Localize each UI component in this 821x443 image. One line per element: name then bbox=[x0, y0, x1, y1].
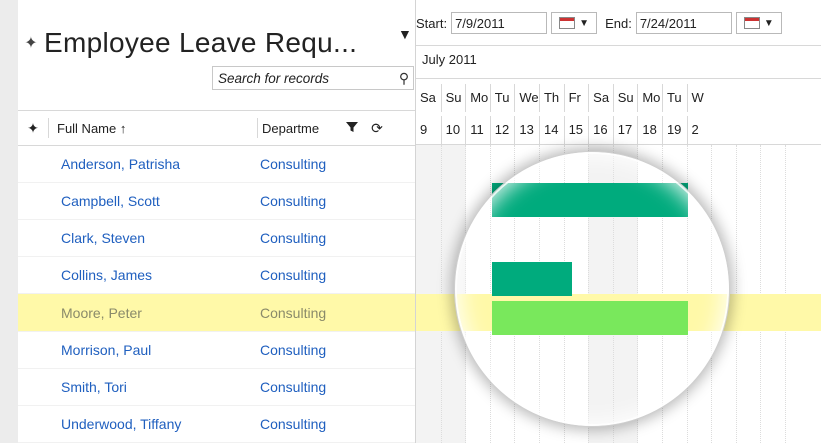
end-date-field[interactable]: 7/24/2011 bbox=[635, 12, 732, 34]
employee-name-link[interactable]: Clark, Steven bbox=[61, 230, 145, 246]
employee-name-link[interactable]: Morrison, Paul bbox=[61, 342, 151, 358]
day-number: 15 bbox=[563, 116, 589, 144]
leave-bar-selected[interactable] bbox=[492, 301, 688, 335]
grid-header: ✦ Full Name ↑ Departme ⟳ bbox=[18, 110, 415, 146]
department-link[interactable]: Consulting bbox=[260, 416, 326, 432]
day-number: 16 bbox=[588, 116, 613, 144]
day-of-week: Sa bbox=[420, 90, 436, 105]
chevron-down-icon: ▼ bbox=[763, 17, 774, 29]
day-of-week: Su bbox=[612, 84, 638, 112]
table-row[interactable]: Underwood, Tiffany Consulting bbox=[18, 405, 415, 443]
column-header-full-name[interactable]: Full Name ↑ bbox=[49, 121, 257, 136]
month-label: July 2011 bbox=[422, 52, 477, 67]
end-label: End: bbox=[605, 15, 632, 31]
day-number: 13 bbox=[514, 116, 539, 144]
filter-icon[interactable] bbox=[342, 120, 362, 137]
chevron-down-icon[interactable]: ▼ bbox=[398, 26, 412, 42]
page-title: Employee Leave Requ... bbox=[44, 27, 358, 58]
department-link[interactable]: Consulting bbox=[260, 342, 326, 358]
department-link[interactable]: Consulting bbox=[260, 267, 326, 283]
table-row-selected[interactable]: Moore, Peter Consulting bbox=[18, 294, 415, 332]
leave-bar[interactable] bbox=[492, 262, 572, 296]
day-of-week: Tu bbox=[661, 84, 687, 112]
table-row[interactable]: Collins, James Consulting bbox=[18, 256, 415, 294]
day-number-row: 9 10 11 12 13 14 15 16 17 18 19 2 bbox=[416, 116, 821, 144]
employee-name-link[interactable]: Smith, Tori bbox=[61, 379, 127, 395]
day-number: 14 bbox=[538, 116, 564, 144]
day-number: 17 bbox=[612, 116, 638, 144]
day-of-week-row: Sa Su Mo Tu We Th Fr Sa Su Mo Tu W bbox=[416, 84, 821, 112]
table-row[interactable]: Anderson, Patrisha Consulting bbox=[18, 145, 415, 183]
column-header-department[interactable]: Departme bbox=[258, 121, 342, 136]
refresh-icon[interactable]: ⟳ bbox=[362, 120, 392, 137]
divider bbox=[416, 45, 821, 46]
employee-name-link[interactable]: Campbell, Scott bbox=[61, 193, 160, 209]
leave-bar[interactable] bbox=[492, 183, 688, 217]
day-number: 19 bbox=[661, 116, 687, 144]
end-calendar-button[interactable]: ▼ bbox=[735, 12, 782, 34]
date-range-bar: Start: 7/9/2011 ▼ End: 7/24/2011 ▼ bbox=[416, 12, 782, 34]
start-date-field[interactable]: 7/9/2011 bbox=[451, 12, 548, 34]
day-of-week: Su bbox=[440, 84, 466, 112]
table-row[interactable]: Campbell, Scott Consulting bbox=[18, 182, 415, 220]
employee-name-link[interactable]: Underwood, Tiffany bbox=[61, 416, 181, 432]
day-of-week: Tu bbox=[489, 84, 515, 112]
day-number: 18 bbox=[637, 116, 662, 144]
day-of-week: Th bbox=[538, 84, 564, 112]
day-of-week: Mo bbox=[465, 84, 490, 112]
table-row[interactable]: Morrison, Paul Consulting bbox=[18, 331, 415, 369]
start-label: Start: bbox=[416, 15, 448, 31]
day-number: 2 bbox=[686, 116, 712, 144]
calendar-icon bbox=[743, 17, 760, 29]
search-placeholder: Search for records bbox=[218, 70, 330, 86]
employee-name-link[interactable]: Anderson, Patrisha bbox=[61, 156, 180, 172]
department-link[interactable]: Consulting bbox=[260, 305, 326, 321]
day-of-week: Fr bbox=[563, 84, 589, 112]
chevron-down-icon: ▼ bbox=[579, 17, 590, 29]
day-of-week: Sa bbox=[588, 84, 613, 112]
day-number: 9 bbox=[420, 122, 428, 137]
day-number: 11 bbox=[465, 116, 490, 144]
day-of-week: W bbox=[686, 84, 712, 112]
table-row[interactable]: Smith, Tori Consulting bbox=[18, 368, 415, 406]
department-link[interactable]: Consulting bbox=[260, 156, 326, 172]
employee-name-link[interactable]: Collins, James bbox=[61, 267, 152, 283]
calendar-icon bbox=[559, 17, 576, 29]
pin-icon[interactable]: ✦ bbox=[18, 120, 48, 137]
search-icon[interactable]: ⚲ bbox=[395, 70, 413, 87]
department-link[interactable]: Consulting bbox=[260, 379, 326, 395]
pin-icon[interactable]: ✦ bbox=[18, 33, 44, 53]
title-row: ✦ Employee Leave Requ... bbox=[18, 24, 357, 62]
employee-name-link[interactable]: Moore, Peter bbox=[61, 305, 142, 321]
start-calendar-button[interactable]: ▼ bbox=[551, 12, 598, 34]
table-row[interactable]: Clark, Steven Consulting bbox=[18, 219, 415, 257]
divider bbox=[416, 78, 821, 79]
app-frame: ✦ Employee Leave Requ... ▼ Search for re… bbox=[0, 0, 821, 443]
search-input[interactable]: Search for records ⚲ bbox=[212, 66, 414, 90]
department-link[interactable]: Consulting bbox=[260, 193, 326, 209]
day-number: 10 bbox=[440, 116, 466, 144]
day-number: 12 bbox=[489, 116, 515, 144]
department-link[interactable]: Consulting bbox=[260, 230, 326, 246]
day-of-week: Mo bbox=[637, 84, 662, 112]
day-of-week: We bbox=[514, 84, 539, 112]
